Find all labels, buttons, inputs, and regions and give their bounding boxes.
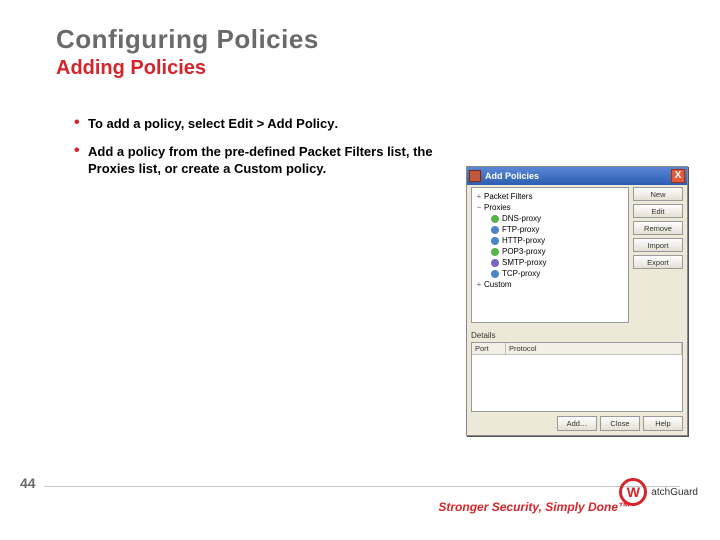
bullet-post: .: [334, 116, 338, 131]
dialog-titlebar[interactable]: Add Policies X: [467, 167, 687, 185]
slide-title: Configuring Policies: [56, 24, 319, 55]
bullet-item: To add a policy, select Edit > Add Polic…: [74, 115, 454, 133]
col-protocol[interactable]: Protocol: [506, 343, 682, 354]
tree-item[interactable]: HTTP-proxy: [502, 236, 545, 245]
tree-toggle-icon[interactable]: +: [474, 280, 484, 289]
tree-item[interactable]: FTP-proxy: [502, 225, 539, 234]
page-number: 44: [20, 475, 36, 491]
details-table[interactable]: Port Protocol: [471, 342, 683, 412]
tree-item[interactable]: TCP-proxy: [502, 269, 540, 278]
slide-subtitle: Adding Policies: [56, 57, 319, 80]
details-label: Details: [471, 331, 495, 340]
bullet-text: To add a policy, select: [88, 116, 228, 131]
app-icon: [469, 170, 481, 182]
logo-text: atchGuard: [651, 487, 698, 498]
proxy-icon: [491, 226, 499, 234]
logo-mark-icon: W: [619, 478, 647, 506]
divider: [44, 486, 680, 487]
tree-node-custom[interactable]: Custom: [484, 280, 512, 289]
bullet-item: Add a policy from the pre-defined Packet…: [74, 143, 454, 178]
edit-button[interactable]: Edit: [633, 204, 683, 218]
bullet-text: Add a policy from the pre-defined Packet…: [88, 144, 433, 177]
close-button[interactable]: Close: [600, 416, 640, 431]
tree-item[interactable]: SMTP-proxy: [502, 258, 546, 267]
col-port[interactable]: Port: [472, 343, 506, 354]
proxy-icon: [491, 259, 499, 267]
policy-tree[interactable]: +Packet Filters −Proxies DNS-proxy FTP-p…: [471, 187, 629, 323]
close-icon[interactable]: X: [671, 169, 685, 183]
bullet-list: To add a policy, select Edit > Add Polic…: [74, 115, 454, 188]
add-policies-dialog: Add Policies X +Packet Filters −Proxies …: [466, 166, 688, 436]
tree-toggle-icon[interactable]: +: [474, 192, 484, 201]
proxy-icon: [491, 270, 499, 278]
help-button[interactable]: Help: [643, 416, 683, 431]
import-button[interactable]: Import: [633, 238, 683, 252]
tree-node-proxies[interactable]: Proxies: [484, 203, 511, 212]
remove-button[interactable]: Remove: [633, 221, 683, 235]
brand-logo: W atchGuard: [619, 478, 698, 506]
tree-node-packet-filters[interactable]: Packet Filters: [484, 192, 532, 201]
proxy-icon: [491, 237, 499, 245]
proxy-icon: [491, 215, 499, 223]
dialog-title: Add Policies: [485, 171, 671, 181]
tree-toggle-icon[interactable]: −: [474, 203, 484, 212]
export-button[interactable]: Export: [633, 255, 683, 269]
new-button[interactable]: New: [633, 187, 683, 201]
bullet-strong: Edit > Add Policy: [228, 116, 334, 131]
proxy-icon: [491, 248, 499, 256]
tree-item[interactable]: POP3-proxy: [502, 247, 546, 256]
tree-item[interactable]: DNS-proxy: [502, 214, 541, 223]
add-button[interactable]: Add…: [557, 416, 597, 431]
footer-tagline: Stronger Security, Simply Done™: [438, 500, 630, 514]
